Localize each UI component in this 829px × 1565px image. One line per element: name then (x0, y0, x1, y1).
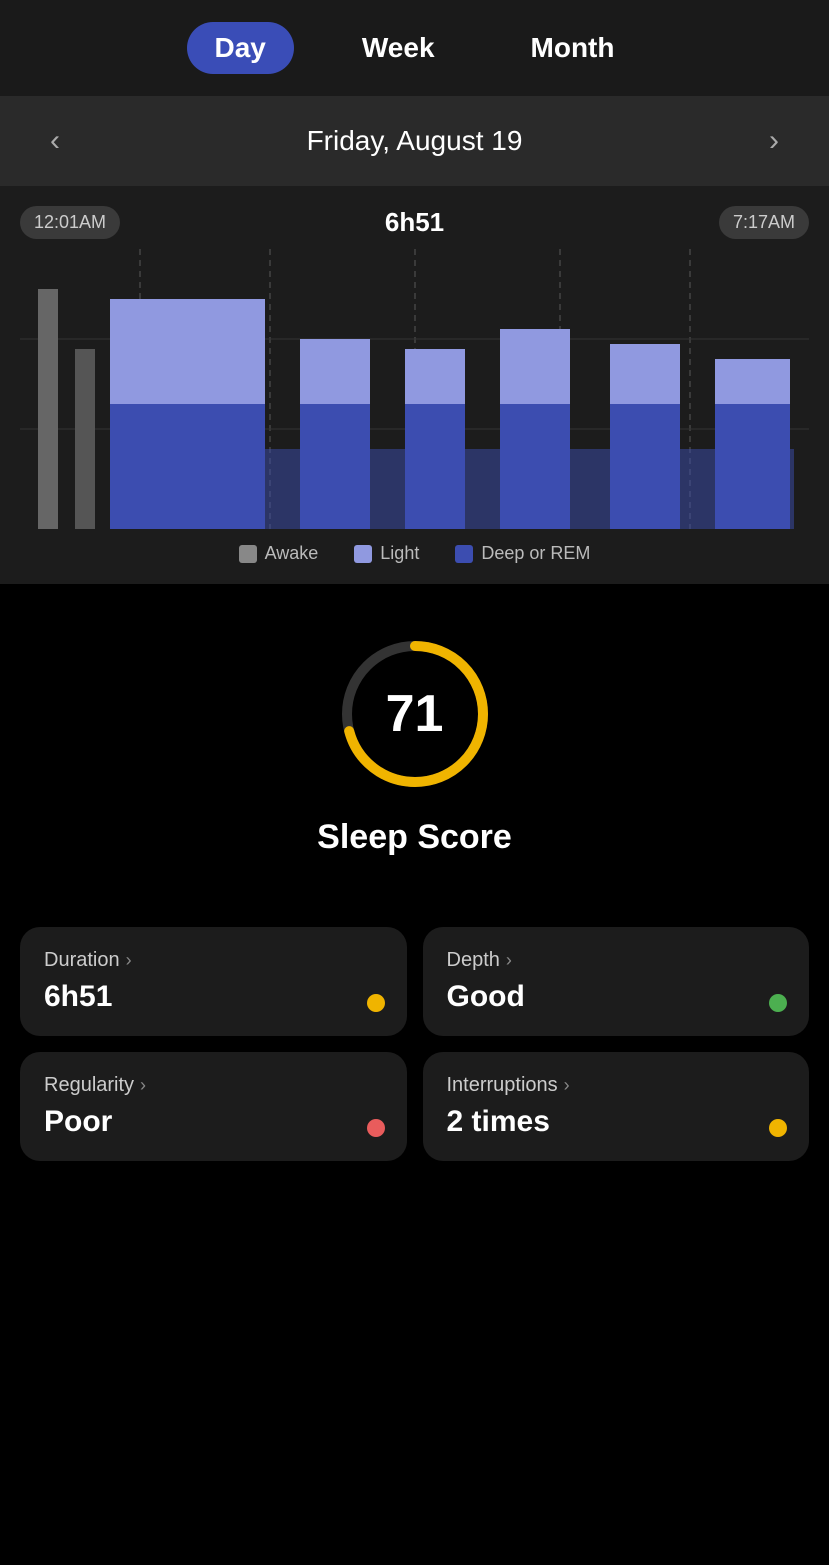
start-time-badge: 12:01AM (20, 206, 120, 239)
sleep-score-label: Sleep Score (317, 818, 512, 857)
sleep-score-value: 71 (386, 684, 444, 744)
legend-deep-rem-label: Deep or REM (481, 543, 590, 564)
metric-card-duration[interactable]: Duration › 6h51 (20, 927, 407, 1036)
sleep-duration-label: 6h51 (385, 207, 444, 238)
metric-regularity-title: Regularity › (44, 1074, 383, 1097)
sleep-chart (20, 249, 809, 529)
metric-duration-title: Duration › (44, 949, 383, 972)
metrics-grid: Duration › 6h51 Depth › Good Regularity … (0, 927, 829, 1201)
sleep-chart-section: 12:01AM 6h51 7:17AM (0, 186, 829, 584)
light-color-swatch (354, 545, 372, 563)
regularity-status-dot (367, 1119, 385, 1137)
regularity-chevron: › (140, 1075, 146, 1096)
prev-date-button[interactable]: ‹ (40, 120, 70, 162)
chart-legend: Awake Light Deep or REM (20, 529, 809, 574)
chart-time-row: 12:01AM 6h51 7:17AM (20, 206, 809, 239)
metric-duration-value: 6h51 (44, 980, 383, 1014)
metric-regularity-value: Poor (44, 1105, 383, 1139)
depth-status-dot (769, 994, 787, 1012)
current-date: Friday, August 19 (307, 125, 523, 157)
legend-deep-rem: Deep or REM (455, 543, 590, 564)
sleep-chart-svg (20, 249, 809, 529)
metric-depth-title: Depth › (447, 949, 786, 972)
metric-depth-value: Good (447, 980, 786, 1014)
tab-month[interactable]: Month (503, 22, 643, 74)
deep-rem-color-swatch (455, 545, 473, 563)
top-navigation: Day Week Month (0, 0, 829, 96)
metric-card-regularity[interactable]: Regularity › Poor (20, 1052, 407, 1161)
tab-day[interactable]: Day (187, 22, 294, 74)
next-date-button[interactable]: › (759, 120, 789, 162)
legend-awake-label: Awake (265, 543, 319, 564)
metric-interruptions-value: 2 times (447, 1105, 786, 1139)
duration-status-dot (367, 994, 385, 1012)
metric-card-interruptions[interactable]: Interruptions › 2 times (423, 1052, 810, 1161)
interruptions-status-dot (769, 1119, 787, 1137)
date-navigation: ‹ Friday, August 19 › (0, 96, 829, 186)
duration-chevron: › (126, 950, 132, 971)
legend-light-label: Light (380, 543, 419, 564)
metric-interruptions-title: Interruptions › (447, 1074, 786, 1097)
interruptions-chevron: › (564, 1075, 570, 1096)
sleep-score-ring: 71 (335, 634, 495, 794)
legend-awake: Awake (239, 543, 319, 564)
sleep-score-section: 71 Sleep Score (0, 584, 829, 927)
tab-week[interactable]: Week (334, 22, 463, 74)
depth-chevron: › (506, 950, 512, 971)
awake-color-swatch (239, 545, 257, 563)
metric-card-depth[interactable]: Depth › Good (423, 927, 810, 1036)
legend-light: Light (354, 543, 419, 564)
end-time-badge: 7:17AM (719, 206, 809, 239)
